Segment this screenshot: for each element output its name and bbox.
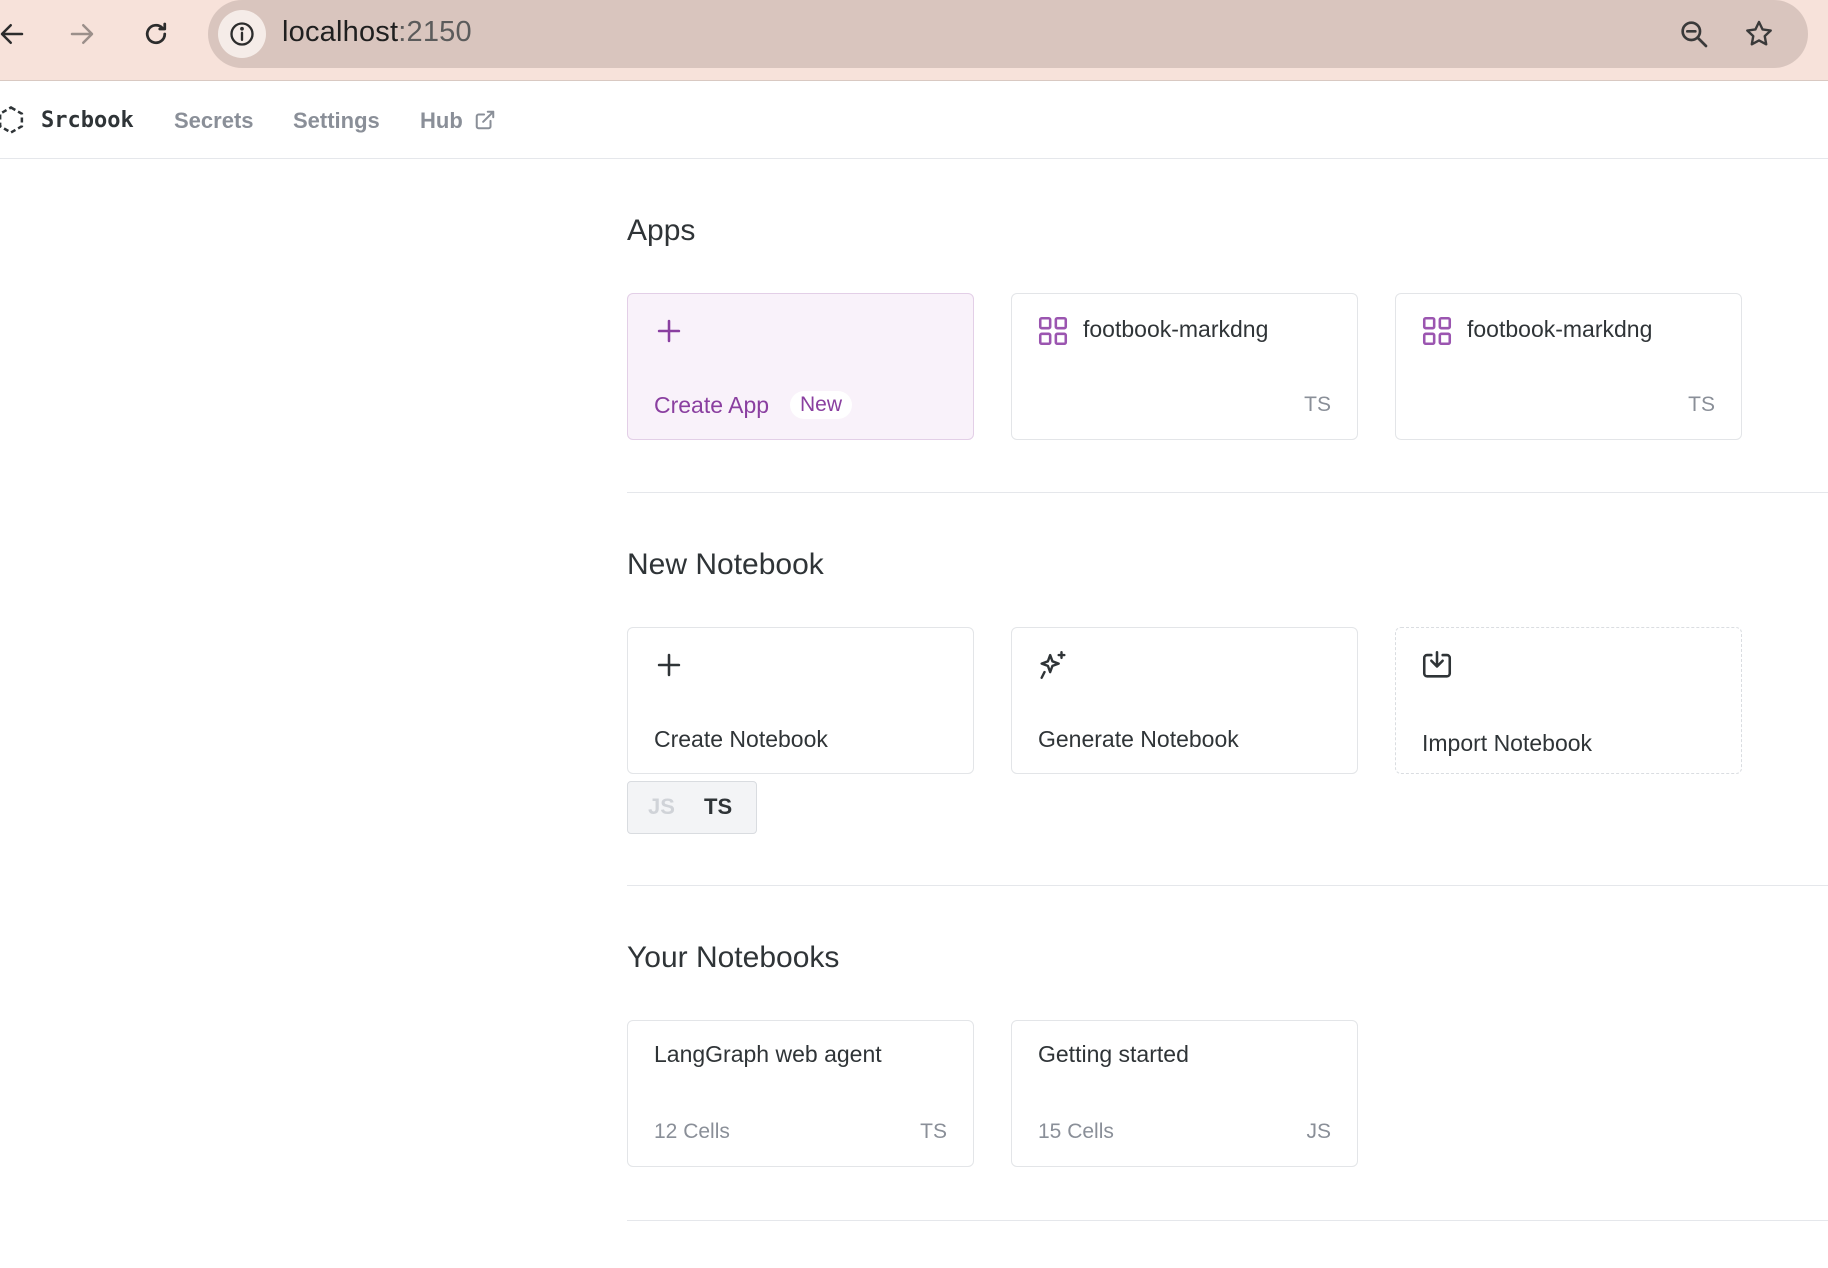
- plus-icon: [657, 653, 681, 677]
- app-lang: TS: [1304, 393, 1331, 416]
- nav-link-hub[interactable]: Hub: [420, 108, 463, 134]
- app-name: footbook-markdng: [1467, 316, 1653, 342]
- notebook-cell-count: 15 Cells: [1038, 1120, 1114, 1143]
- import-notebook-card[interactable]: Import Notebook: [1395, 627, 1742, 774]
- notebook-lang: TS: [920, 1120, 947, 1143]
- sparkles-icon: [1040, 651, 1066, 679]
- url-port: :2150: [398, 16, 472, 48]
- back-arrow-icon[interactable]: [0, 14, 32, 54]
- create-app-label: Create App: [654, 392, 770, 418]
- nav-link-secrets[interactable]: Secrets: [174, 108, 254, 134]
- zoom-icon[interactable]: [1674, 14, 1714, 54]
- notebook-title: Getting started: [1038, 1041, 1189, 1067]
- notebook-card[interactable]: Getting started 15 Cells JS: [1011, 1020, 1358, 1167]
- nav-link-settings[interactable]: Settings: [293, 108, 380, 134]
- import-notebook-label: Import Notebook: [1422, 730, 1593, 756]
- toggle-ts[interactable]: TS: [704, 794, 732, 820]
- new-badge: New: [790, 391, 853, 419]
- apps-heading: Apps: [627, 214, 696, 247]
- logo-text[interactable]: Srcbook: [41, 108, 134, 133]
- section-divider: [627, 492, 1828, 493]
- notebook-lang: JS: [1306, 1120, 1331, 1143]
- notebook-title: LangGraph web agent: [654, 1041, 882, 1067]
- generate-notebook-label: Generate Notebook: [1038, 726, 1239, 752]
- app-header: Srcbook Secrets Settings Hub: [0, 81, 1828, 159]
- address-bar[interactable]: localhost:2150: [208, 0, 1808, 68]
- section-divider: [627, 885, 1828, 886]
- create-notebook-label: Create Notebook: [654, 726, 828, 752]
- app-card[interactable]: footbook-markdng TS: [1395, 293, 1742, 440]
- create-notebook-card[interactable]: Create Notebook: [627, 627, 974, 774]
- create-app-card[interactable]: Create App New: [627, 293, 974, 440]
- app-name: footbook-markdng: [1083, 316, 1269, 342]
- url-text[interactable]: localhost:2150: [282, 16, 472, 49]
- language-toggle: JS TS: [627, 781, 757, 834]
- grid-icon: [1422, 316, 1452, 346]
- import-icon: [1422, 650, 1452, 678]
- toggle-js[interactable]: JS: [648, 794, 675, 820]
- hexagon-logo-icon: [0, 106, 24, 134]
- generate-notebook-card[interactable]: Generate Notebook: [1011, 627, 1358, 774]
- section-divider: [627, 1220, 1828, 1221]
- your-notebooks-heading: Your Notebooks: [627, 941, 840, 974]
- forward-arrow-icon[interactable]: [62, 14, 102, 54]
- reload-icon[interactable]: [136, 14, 176, 54]
- external-link-icon[interactable]: [474, 109, 496, 131]
- browser-toolbar: localhost:2150: [0, 0, 1828, 81]
- app-card[interactable]: footbook-markdng TS: [1011, 293, 1358, 440]
- plus-icon: [657, 319, 681, 343]
- grid-icon: [1038, 316, 1068, 346]
- star-icon[interactable]: [1739, 14, 1779, 54]
- new-notebook-heading: New Notebook: [627, 548, 824, 581]
- info-icon[interactable]: [218, 10, 266, 58]
- url-host: localhost: [282, 16, 399, 48]
- notebook-cell-count: 12 Cells: [654, 1120, 730, 1143]
- app-lang: TS: [1688, 393, 1715, 416]
- notebook-card[interactable]: LangGraph web agent 12 Cells TS: [627, 1020, 974, 1167]
